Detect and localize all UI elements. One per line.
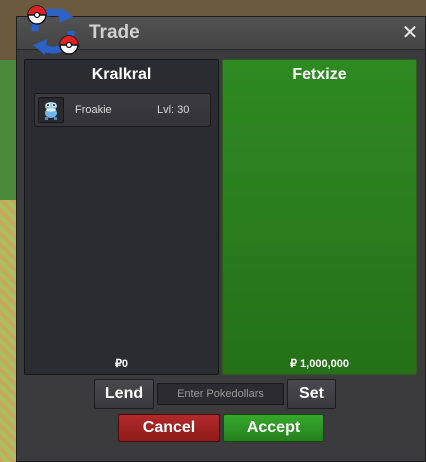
close-button[interactable]: ✕ — [399, 21, 421, 43]
accept-button[interactable]: Accept — [223, 414, 324, 442]
my-offer-panel: Kralkral Froakie Lvl: 30 ₽0 — [24, 59, 219, 375]
partner-offered-money: ₽ 1,000,000 — [290, 358, 349, 370]
offered-pokemon-slot[interactable]: Froakie Lvl: 30 — [34, 93, 211, 127]
pokemon-name: Froakie — [75, 104, 112, 116]
my-offered-money: ₽0 — [114, 358, 129, 370]
partner-offer-panel: Fetxize ₽ 1,000,000 — [222, 59, 417, 375]
my-player-name: Kralkral — [91, 66, 152, 83]
cancel-button[interactable]: Cancel — [118, 414, 220, 442]
window-title: Trade — [89, 22, 140, 43]
trade-window: Trade ✕ Kralkral Froakie Lvl: 30 ₽0 Fetx… — [16, 5, 426, 462]
partner-player-name: Fetxize — [292, 66, 347, 83]
trade-logo-icon — [27, 5, 79, 55]
lend-button[interactable]: Lend — [94, 379, 154, 409]
set-money-button[interactable]: Set — [287, 379, 336, 409]
pokedollars-input[interactable] — [157, 383, 284, 405]
pokemon-level: Lvl: 30 — [157, 104, 190, 116]
pokemon-icon-frame — [38, 97, 64, 123]
froakie-sprite-icon — [45, 102, 57, 120]
